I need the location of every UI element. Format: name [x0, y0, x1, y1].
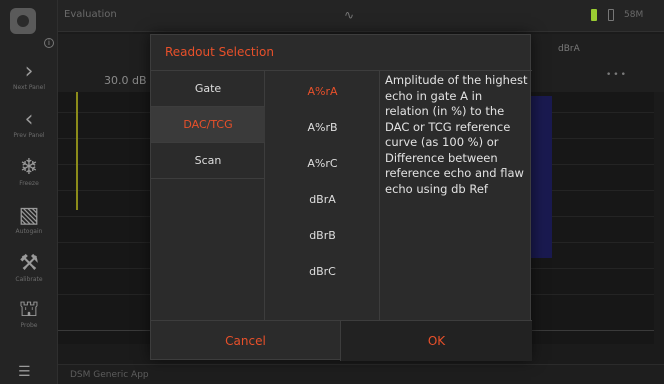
category-scan[interactable]: Scan	[151, 143, 265, 179]
battery-icon	[591, 9, 597, 21]
probe-label: Probe	[20, 322, 38, 329]
readout-value: •••	[606, 70, 628, 80]
dialog-body: Gate DAC/TCG Scan A%rA A%rB A%rC dBrA dB…	[151, 70, 532, 321]
option-a-percent-ra[interactable]: A%rA	[265, 85, 380, 98]
calibrate-icon: ⚒	[19, 251, 39, 276]
probe-button[interactable]: ⛫ Probe	[0, 298, 58, 330]
battery-secondary-icon	[608, 9, 614, 21]
option-description: Amplitude of the highest echo in gate A …	[385, 73, 528, 196]
category-dac-tcg[interactable]: DAC/TCG	[151, 107, 265, 143]
snowflake-icon: ❄	[19, 155, 39, 180]
prev-panel-button[interactable]: ‹ Prev Panel	[0, 108, 58, 140]
option-dbrb[interactable]: dBrB	[265, 229, 380, 242]
option-a-percent-rb[interactable]: A%rB	[265, 121, 380, 134]
probe-icon: ⛫	[18, 297, 40, 322]
option-a-percent-rc[interactable]: A%rC	[265, 157, 380, 170]
freeze-button[interactable]: ❄ Freeze	[0, 156, 58, 188]
readout-label[interactable]: dBrA	[558, 44, 580, 54]
clock-readout: 58M	[624, 10, 644, 20]
next-panel-button[interactable]: › Next Panel	[0, 60, 58, 92]
gain-readout[interactable]: 30.0 dB	[104, 74, 147, 87]
dialog-title: Readout Selection	[165, 45, 274, 59]
option-dbra[interactable]: dBrA	[265, 193, 380, 206]
page-title: Evaluation	[64, 9, 117, 20]
option-dbrc[interactable]: dBrC	[265, 265, 380, 278]
next-panel-label: Next Panel	[12, 84, 46, 91]
category-list: Gate DAC/TCG Scan	[151, 71, 265, 321]
readout-selection-dialog: Readout Selection Gate DAC/TCG Scan A%rA…	[150, 34, 532, 361]
chevron-left-icon: ‹	[24, 107, 34, 132]
chevron-right-icon: ›	[24, 59, 34, 84]
readout-option-list: A%rA A%rB A%rC dBrA dBrB dBrC	[265, 71, 380, 321]
ok-button[interactable]: OK	[341, 321, 532, 361]
dialog-footer: Cancel OK	[151, 320, 532, 361]
category-gate[interactable]: Gate	[151, 71, 265, 107]
top-bar: Evaluation ∿ 58M	[58, 0, 664, 32]
app-logo-icon[interactable]	[10, 8, 36, 34]
left-sidebar: i › Next Panel ‹ Prev Panel ❄ Freeze ▧ A…	[0, 0, 58, 384]
autogain-button[interactable]: ▧ Autogain	[0, 204, 58, 236]
calibrate-button[interactable]: ⚒ Calibrate	[0, 252, 58, 284]
menu-icon[interactable]: ☰	[18, 364, 31, 380]
info-icon[interactable]: i	[44, 38, 54, 48]
status-bar: DSM Generic App	[58, 364, 664, 384]
status-text: DSM Generic App	[70, 370, 149, 380]
autogain-icon: ▧	[18, 203, 40, 228]
freeze-label: Freeze	[19, 180, 39, 187]
autogain-label: Autogain	[15, 228, 43, 235]
prev-panel-label: Prev Panel	[13, 132, 45, 139]
calibrate-label: Calibrate	[15, 276, 43, 283]
cancel-button[interactable]: Cancel	[151, 321, 341, 361]
echo-trace	[76, 92, 78, 210]
signal-wave-icon: ∿	[344, 8, 355, 22]
